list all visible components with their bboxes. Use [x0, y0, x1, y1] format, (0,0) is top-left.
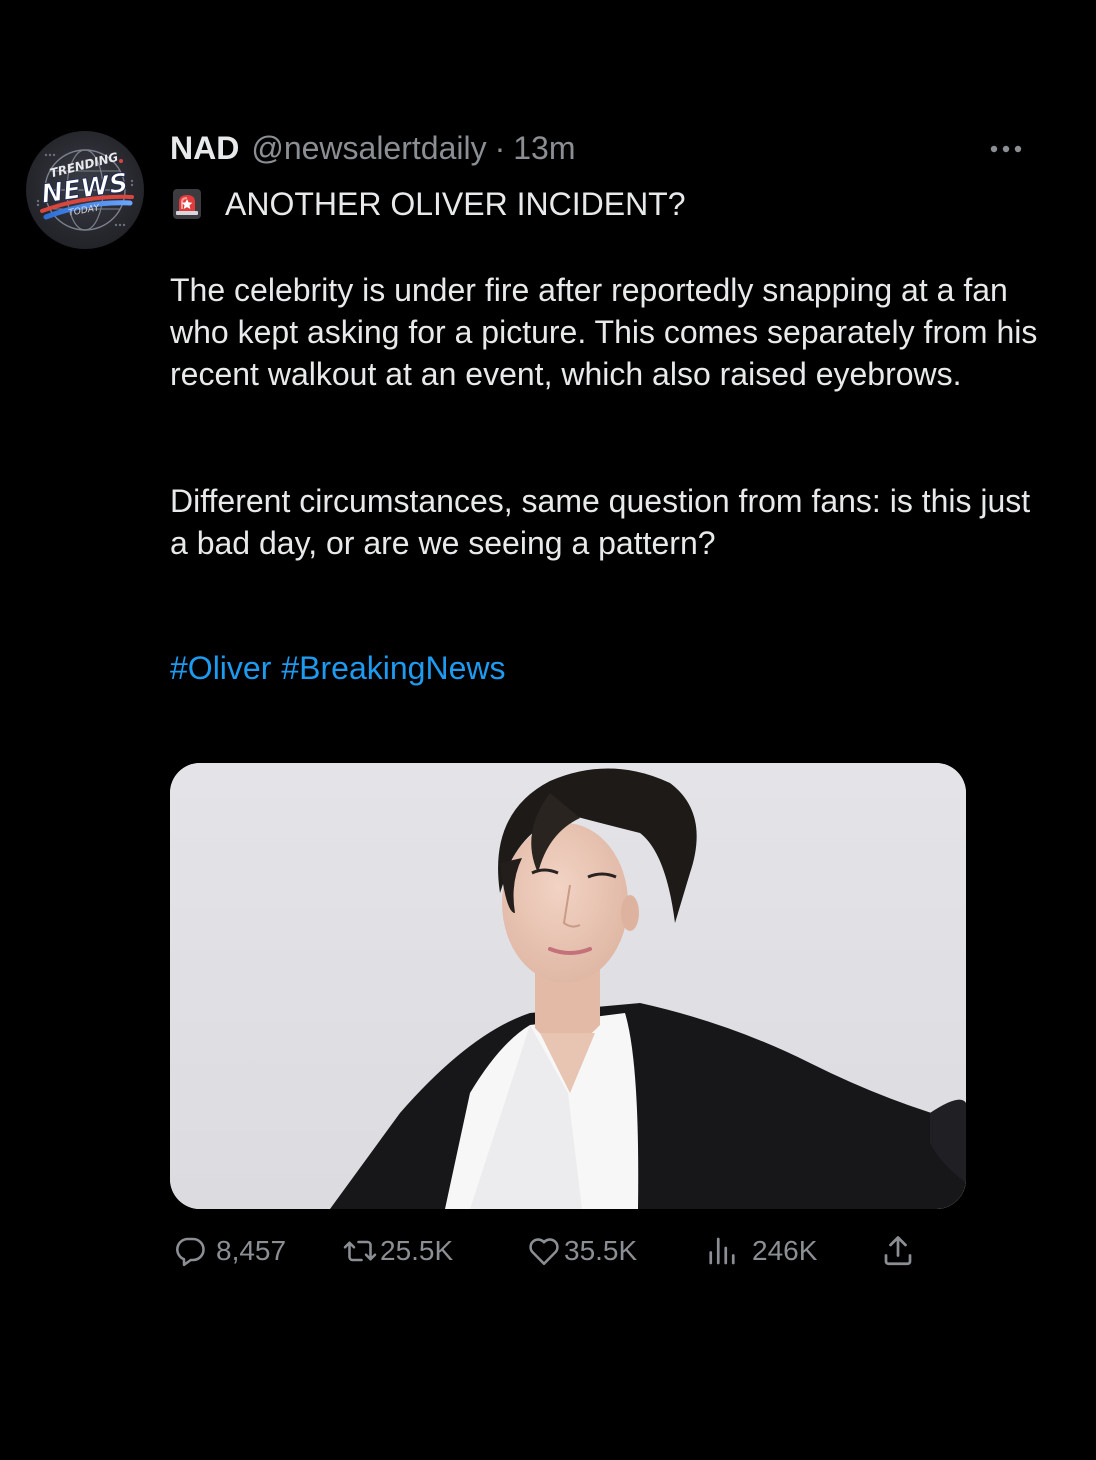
headline-text: ANOTHER OLIVER INCIDENT? — [225, 186, 686, 222]
person-portrait-image — [170, 763, 966, 1209]
more-horizontal-icon — [990, 145, 1022, 153]
hashtag-oliver[interactable]: #Oliver — [170, 650, 271, 686]
share-button[interactable] — [880, 1230, 916, 1272]
retweet-button[interactable]: 25.5K — [342, 1230, 453, 1272]
avatar[interactable]: TRENDING NEWS TODAY — [26, 131, 144, 249]
tweet: TRENDING NEWS TODAY NAD @newsalertdaily … — [0, 0, 1096, 1460]
tweet-paragraph: Different circumstances, same question f… — [170, 483, 1031, 561]
views-icon — [709, 1237, 735, 1265]
like-count: 35.5K — [564, 1235, 638, 1266]
reply-icon — [176, 1237, 205, 1267]
reply-count: 8,457 — [216, 1235, 287, 1266]
tweet-paragraph: The celebrity is under fire after report… — [170, 272, 1038, 392]
separator-dot: · — [494, 130, 506, 166]
like-button[interactable]: 35.5K — [526, 1230, 637, 1272]
hashtag-list: #Oliver #BreakingNews — [170, 647, 515, 689]
tweet-headline: ANOTHER OLIVER INCIDENT? — [170, 183, 686, 225]
tweet-photo[interactable] — [170, 763, 966, 1209]
share-icon — [884, 1236, 912, 1266]
author-handle[interactable]: @newsalertdaily — [251, 128, 486, 168]
heart-icon — [529, 1238, 559, 1266]
retweet-count: 25.5K — [380, 1235, 454, 1266]
tweet-header: NAD @newsalertdaily · 13m — [170, 128, 575, 168]
author-display-name[interactable]: NAD — [170, 128, 239, 168]
trending-news-today-logo-icon: TRENDING NEWS TODAY — [36, 149, 134, 231]
reply-button[interactable]: 8,457 — [172, 1230, 286, 1272]
views-count: 246K — [752, 1235, 818, 1266]
tweet-action-bar: 8,457 25.5K 35.5K 246K — [172, 1230, 932, 1272]
timestamp[interactable]: 13m — [513, 128, 575, 168]
more-options-button[interactable] — [984, 136, 1028, 162]
hashtag-breakingnews[interactable]: #BreakingNews — [281, 650, 505, 686]
retweet-icon — [343, 1240, 377, 1262]
rotating-light-emoji-icon — [173, 189, 201, 219]
views-button[interactable]: 246K — [704, 1230, 817, 1272]
